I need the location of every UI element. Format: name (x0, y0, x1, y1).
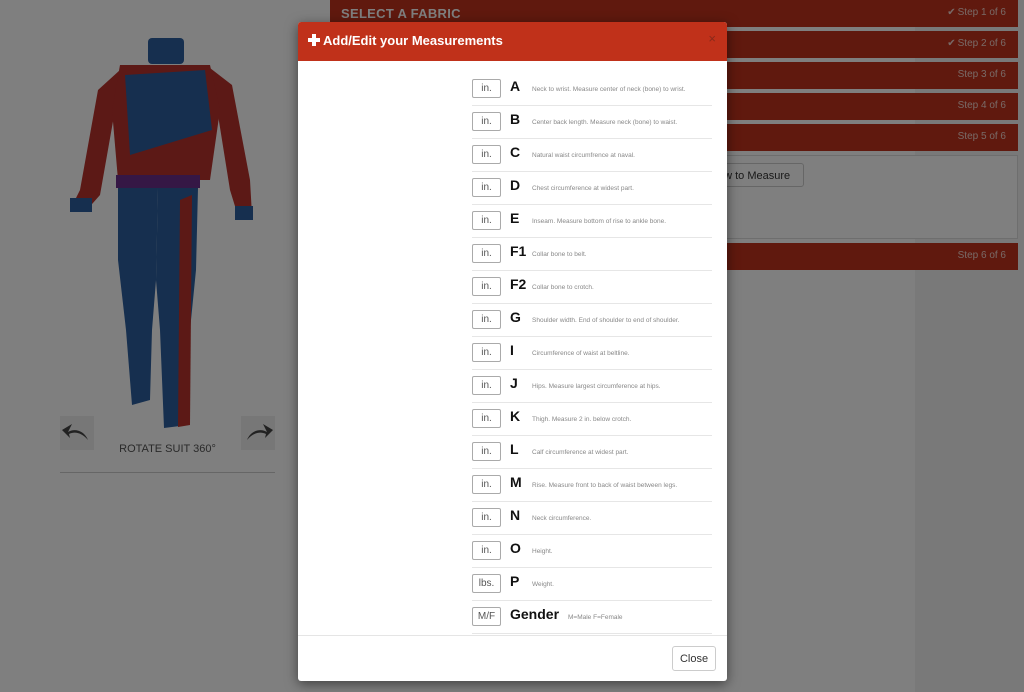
measurement-input-c[interactable] (472, 145, 501, 164)
modal-title: Add/Edit your Measurements (308, 33, 503, 48)
measurement-row-n: N Neck circumference. (472, 502, 712, 535)
measurement-description: Neck circumference. (532, 515, 592, 522)
measurement-row-p: P Weight. (472, 568, 712, 601)
measurement-row-f2: F2 Collar bone to crotch. (472, 271, 712, 304)
measurement-description: Height. (532, 548, 553, 555)
measurement-input-f2[interactable] (472, 277, 501, 296)
measurement-letter: L (510, 441, 519, 457)
measurement-description: Rise. Measure front to back of waist bet… (532, 482, 678, 489)
measurement-input-b[interactable] (472, 112, 501, 131)
measurement-description: M=Male F=Female (568, 614, 623, 621)
measurement-letter: J (510, 375, 518, 391)
measurement-input-f1[interactable] (472, 244, 501, 263)
measurement-letter: B (510, 111, 521, 127)
measurement-letter: Gender (510, 606, 560, 622)
measurement-description: Shoulder width. End of shoulder to end o… (532, 317, 680, 324)
measurement-description: Neck to wrist. Measure center of neck (b… (532, 86, 686, 93)
measurement-row-g: G Shoulder width. End of shoulder to end… (472, 304, 712, 337)
measurement-input-p[interactable] (472, 574, 501, 593)
measurement-input-i[interactable] (472, 343, 501, 362)
measurement-letter: O (510, 540, 521, 556)
measurement-row-e: E Inseam. Measure bottom of rise to ankl… (472, 205, 712, 238)
measurement-description: Circumference of waist at beltline. (532, 350, 630, 357)
measurement-input-l[interactable] (472, 442, 501, 461)
measurement-description: Collar bone to crotch. (532, 284, 594, 291)
measurement-row-l: L Calf circumference at widest part. (472, 436, 712, 469)
measurement-description: Collar bone to belt. (532, 251, 587, 258)
measurement-input-a[interactable] (472, 79, 501, 98)
measurement-input-o[interactable] (472, 541, 501, 560)
measurement-input-d[interactable] (472, 178, 501, 197)
modal-header: Add/Edit your Measurements × (298, 22, 727, 61)
measurement-letter: P (510, 573, 520, 589)
measurement-row-j: J Hips. Measure largest circumference at… (472, 370, 712, 403)
measurement-row-f1: F1 Collar bone to belt. (472, 238, 712, 271)
measurement-input-m[interactable] (472, 475, 501, 494)
measurement-row-o: O Height. (472, 535, 712, 568)
measurement-letter: C (510, 144, 521, 160)
measurement-row-gender: Gender M=Male F=Female (472, 601, 712, 634)
measurement-row-a: A Neck to wrist. Measure center of neck … (472, 73, 712, 106)
measurement-row-i: I Circumference of waist at beltline. (472, 337, 712, 370)
measurement-description: Hips. Measure largest circumference at h… (532, 383, 661, 390)
measurement-row-b: B Center back length. Measure neck (bone… (472, 106, 712, 139)
measurement-letter: I (510, 342, 514, 358)
measurement-input-n[interactable] (472, 508, 501, 527)
measurement-letter: G (510, 309, 521, 325)
measurement-description: Inseam. Measure bottom of rise to ankle … (532, 218, 667, 225)
measurements-modal: Add/Edit your Measurements × A Neck to w… (298, 22, 727, 681)
measurement-description: Chest circumference at widest part. (532, 185, 634, 192)
close-icon[interactable]: × (708, 31, 716, 46)
measurement-description: Calf circumference at widest part. (532, 449, 629, 456)
measurement-description: Weight. (532, 581, 554, 588)
measurement-letter: M (510, 474, 522, 490)
measurement-letter: N (510, 507, 521, 523)
measurements-list: A Neck to wrist. Measure center of neck … (472, 73, 712, 634)
measurement-description: Thigh. Measure 2 in. below crotch. (532, 416, 632, 423)
measurement-input-e[interactable] (472, 211, 501, 230)
measurement-letter: D (510, 177, 521, 193)
measurement-description: Center back length. Measure neck (bone) … (532, 119, 678, 126)
measurement-letter: K (510, 408, 521, 424)
measurement-description: Natural waist circumfrence at naval. (532, 152, 635, 159)
measurement-row-d: D Chest circumference at widest part. (472, 172, 712, 205)
measurement-row-k: K Thigh. Measure 2 in. below crotch. (472, 403, 712, 436)
modal-footer-divider (298, 635, 727, 636)
plus-icon (308, 34, 320, 46)
gender-input[interactable] (472, 607, 501, 626)
measurement-input-g[interactable] (472, 310, 501, 329)
measurement-input-k[interactable] (472, 409, 501, 428)
measurement-row-c: C Natural waist circumfrence at naval. (472, 139, 712, 172)
measurement-letter: A (510, 78, 521, 94)
measurement-input-j[interactable] (472, 376, 501, 395)
measurement-letter: E (510, 210, 520, 226)
measurement-letter: F2 (510, 276, 527, 292)
measurement-letter: F1 (510, 243, 527, 259)
close-button[interactable]: Close (672, 646, 716, 671)
measurement-row-m: M Rise. Measure front to back of waist b… (472, 469, 712, 502)
